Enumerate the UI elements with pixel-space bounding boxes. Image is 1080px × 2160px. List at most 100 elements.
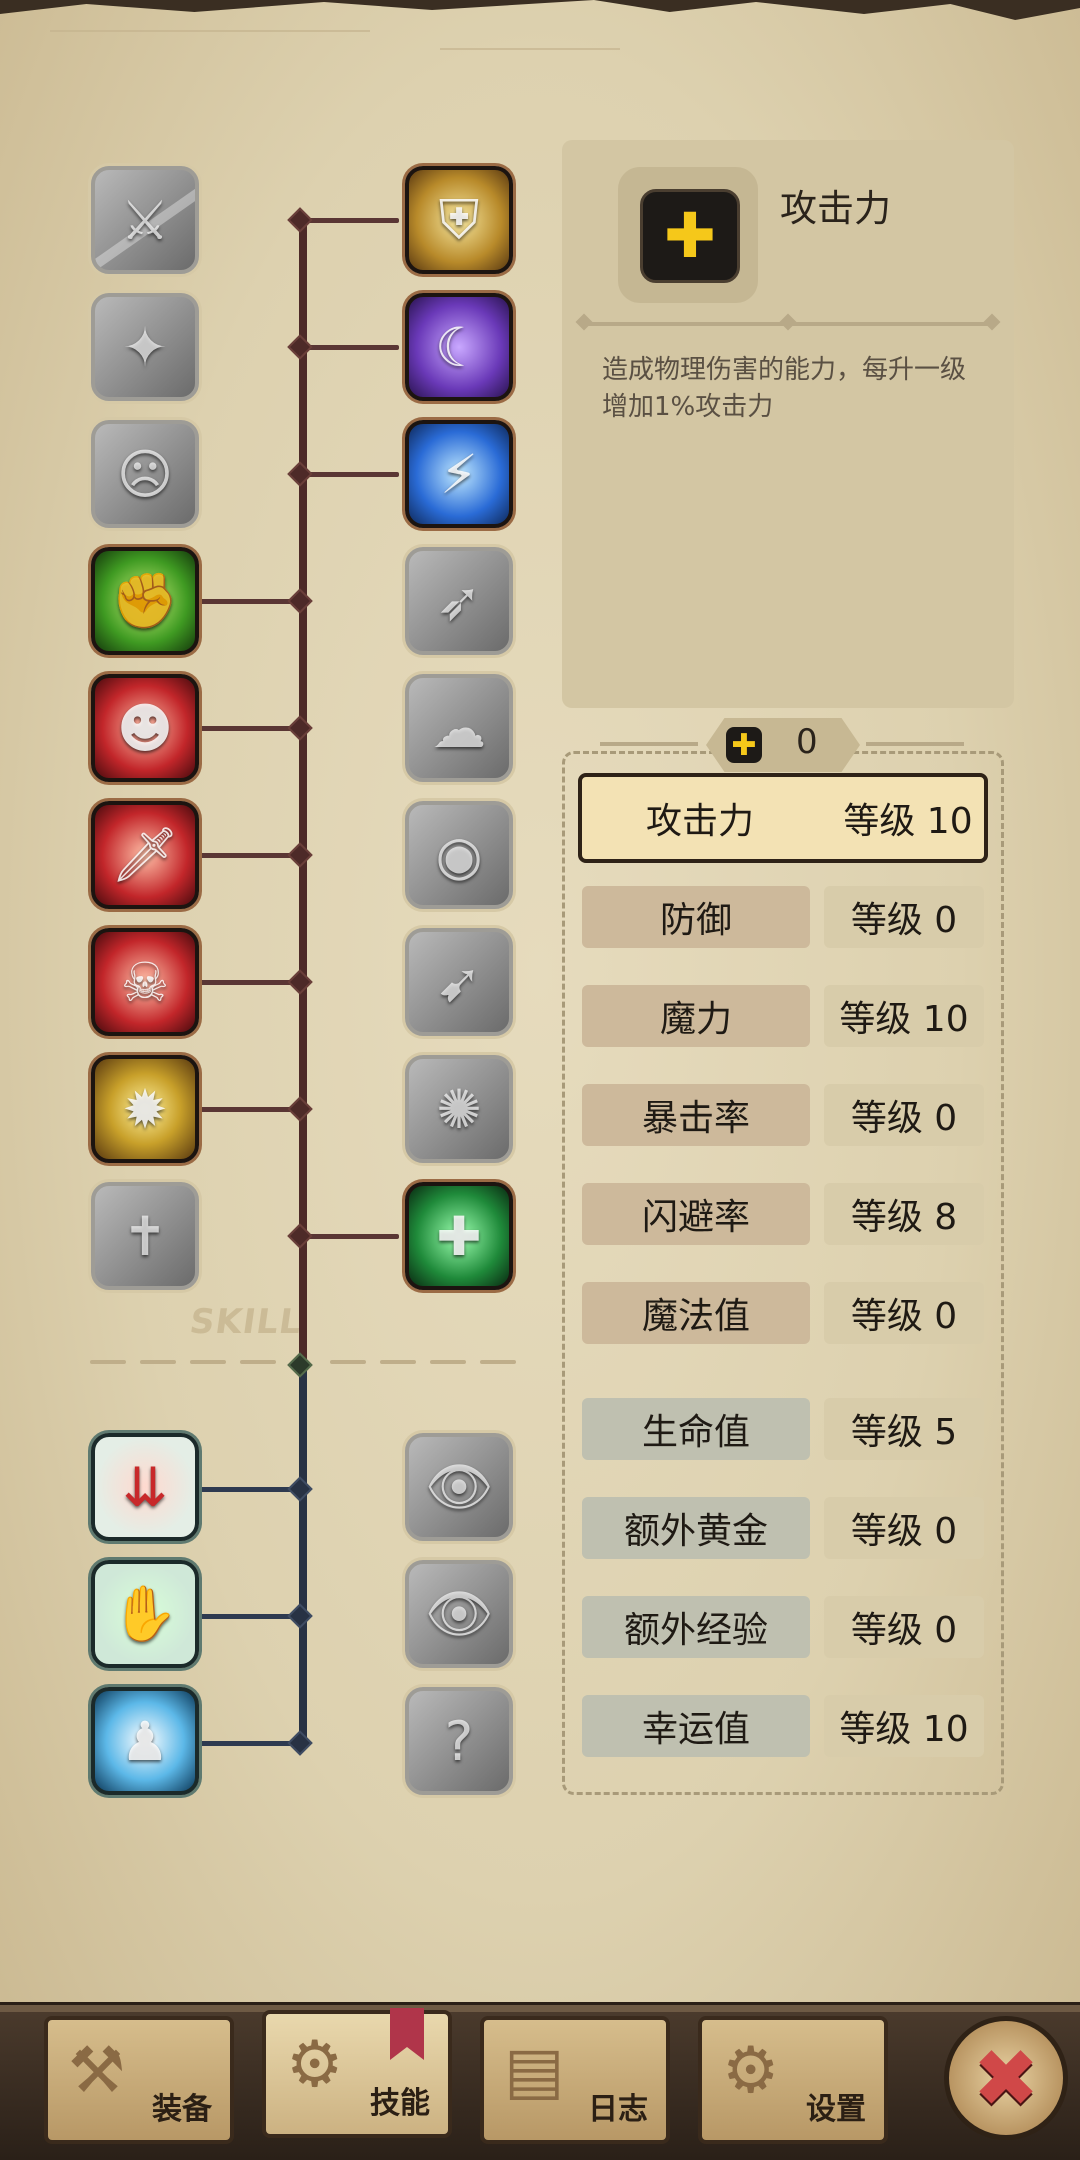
tab-label: 日志 (588, 2092, 648, 2127)
lightning-icon: ⚡ (440, 442, 478, 506)
stat-level: 等级 10 (843, 801, 973, 842)
tab-log[interactable]: ▤ 日志 (480, 2016, 670, 2144)
heal-icon: ✚ (436, 1204, 482, 1268)
tab-label: 技能 (370, 2086, 430, 2121)
close-icon: ✖ (972, 2031, 1040, 2125)
stat-name: 防御 (582, 886, 810, 948)
skill-watermark: SKILL (187, 1302, 305, 1342)
skill-luck[interactable]: ♟ (91, 1687, 199, 1795)
skill-smoke-locked[interactable]: ☁ (405, 674, 513, 782)
tree-node-divider (287, 1352, 313, 1378)
skill-strength[interactable]: ✊ (91, 547, 199, 655)
tree-node (287, 842, 313, 868)
skill-dash-locked[interactable]: ➶ (405, 547, 513, 655)
axe-icon: ⚒ (68, 2034, 126, 2108)
stat-row-dodge[interactable]: 闪避率 等级 8 (578, 1177, 988, 1251)
tab-settings[interactable]: ⚙ 设置 (698, 2016, 888, 2144)
skill-chest-down[interactable]: ⇊ (91, 1433, 199, 1541)
smoke-icon: ☁ (432, 696, 486, 760)
stat-name: 幸运值 (582, 1695, 810, 1757)
roar-icon: ☹ (116, 442, 174, 506)
tree-node (287, 1223, 313, 1249)
skill-lightning[interactable]: ⚡ (405, 420, 513, 528)
info-skill-icon: ✚ (640, 189, 740, 283)
skill-dagger[interactable]: 🗡 (91, 801, 199, 909)
tab-label: 装备 (152, 2092, 212, 2127)
stat-row-defense[interactable]: 防御 等级 0 (578, 880, 988, 954)
connector-right (307, 472, 399, 477)
skill-whirl-locked[interactable]: ➹ (405, 928, 513, 1036)
skill-chest-hand[interactable]: ✋ (91, 1560, 199, 1668)
stat-name: 暴击率 (582, 1084, 810, 1146)
skill-shadow[interactable]: ☾ (405, 293, 513, 401)
connector-left (200, 1487, 299, 1492)
skill-assassin[interactable]: ☠ (91, 928, 199, 1036)
connector-right (307, 345, 399, 350)
shadow-icon: ☾ (434, 315, 484, 379)
skill-eye-locked[interactable]: ◉ (405, 801, 513, 909)
stat-level: 等级 10 (824, 1695, 984, 1757)
connector-left (200, 980, 299, 985)
divider-dash (90, 1360, 126, 1364)
connector-right (307, 218, 399, 223)
watch-eye-icon: 👁 (424, 1455, 494, 1518)
eye-icon: ◉ (435, 823, 483, 887)
skill-roar-locked[interactable]: ☹ (91, 420, 199, 528)
divider-dash (430, 1360, 466, 1364)
stat-row-extra-exp[interactable]: 额外经验 等级 0 (578, 1590, 988, 1664)
skill-blade-locked[interactable]: ✝ (91, 1182, 199, 1290)
skill-watch-chest-locked[interactable]: 👁 (405, 1560, 513, 1668)
skill-heal[interactable]: ✚ (405, 1182, 513, 1290)
divider-dash (240, 1360, 276, 1364)
skill-mystery-locked[interactable]: ? (405, 1687, 513, 1795)
stat-level: 等级 0 (824, 1282, 984, 1344)
settings-icon: ⚙ (722, 2034, 780, 2108)
connector-right (307, 1234, 399, 1239)
info-title: 攻击力 (780, 187, 891, 230)
dagger-icon: 🗡 (110, 823, 180, 886)
divider-dash (190, 1360, 226, 1364)
tree-trunk-upper (299, 215, 307, 1365)
stat-name: 攻击力 (645, 801, 754, 842)
stat-row-hp[interactable]: 生命值 等级 5 (578, 1392, 988, 1466)
shield-icon: ⛨ (438, 188, 480, 251)
connector-left (200, 1614, 299, 1619)
stat-row-attack[interactable]: 攻击力 等级 10 (578, 773, 988, 863)
info-description: 造成物理伤害的能力，每升一级增加1%攻击力 (602, 355, 967, 422)
skill-fire-aura[interactable]: ✹ (91, 1055, 199, 1163)
divider-dash (380, 1360, 416, 1364)
stat-row-extra-gold[interactable]: 额外黄金 等级 0 (578, 1491, 988, 1565)
connector-left (200, 1741, 299, 1746)
tree-node (287, 588, 313, 614)
tree-node (287, 461, 313, 487)
skill-strike-locked[interactable]: ✦ (91, 293, 199, 401)
tree-node (287, 1476, 313, 1502)
close-button[interactable]: ✖ (944, 2016, 1068, 2140)
stat-row-crit[interactable]: 暴击率 等级 0 (578, 1078, 988, 1152)
connector-left (200, 1107, 299, 1112)
strike-icon: ✦ (122, 315, 168, 379)
skill-berserk[interactable]: ☻ (91, 674, 199, 782)
divider-dash (330, 1360, 366, 1364)
stat-row-magic[interactable]: 魔力 等级 10 (578, 979, 988, 1053)
skill-watch-locked[interactable]: 👁 (405, 1433, 513, 1541)
skill-holy-shield[interactable]: ⛨ (405, 166, 513, 274)
tree-node (287, 969, 313, 995)
stat-row-luck[interactable]: 幸运值 等级 10 (578, 1689, 988, 1763)
stat-name: 魔力 (582, 985, 810, 1047)
stat-name: 魔法值 (582, 1282, 810, 1344)
skill-slash-locked[interactable]: ⚔ (91, 166, 199, 274)
stat-level: 等级 0 (824, 1084, 984, 1146)
badge-wing (600, 742, 698, 746)
stat-row-mana[interactable]: 魔法值 等级 0 (578, 1276, 988, 1350)
tab-equipment[interactable]: ⚒ 装备 (44, 2016, 234, 2144)
muscle-icon: ✊ (111, 569, 179, 632)
rage-icon: ☻ (116, 696, 174, 760)
stat-name: 额外黄金 (582, 1497, 810, 1559)
slash-icon: ⚔ (120, 188, 170, 252)
gear-icon: ⚙ (286, 2028, 344, 2102)
skill-orb-locked[interactable]: ✺ (405, 1055, 513, 1163)
tree-node (287, 1730, 313, 1756)
luck-icon: ♟ (120, 1709, 170, 1773)
stat-name: 额外经验 (582, 1596, 810, 1658)
